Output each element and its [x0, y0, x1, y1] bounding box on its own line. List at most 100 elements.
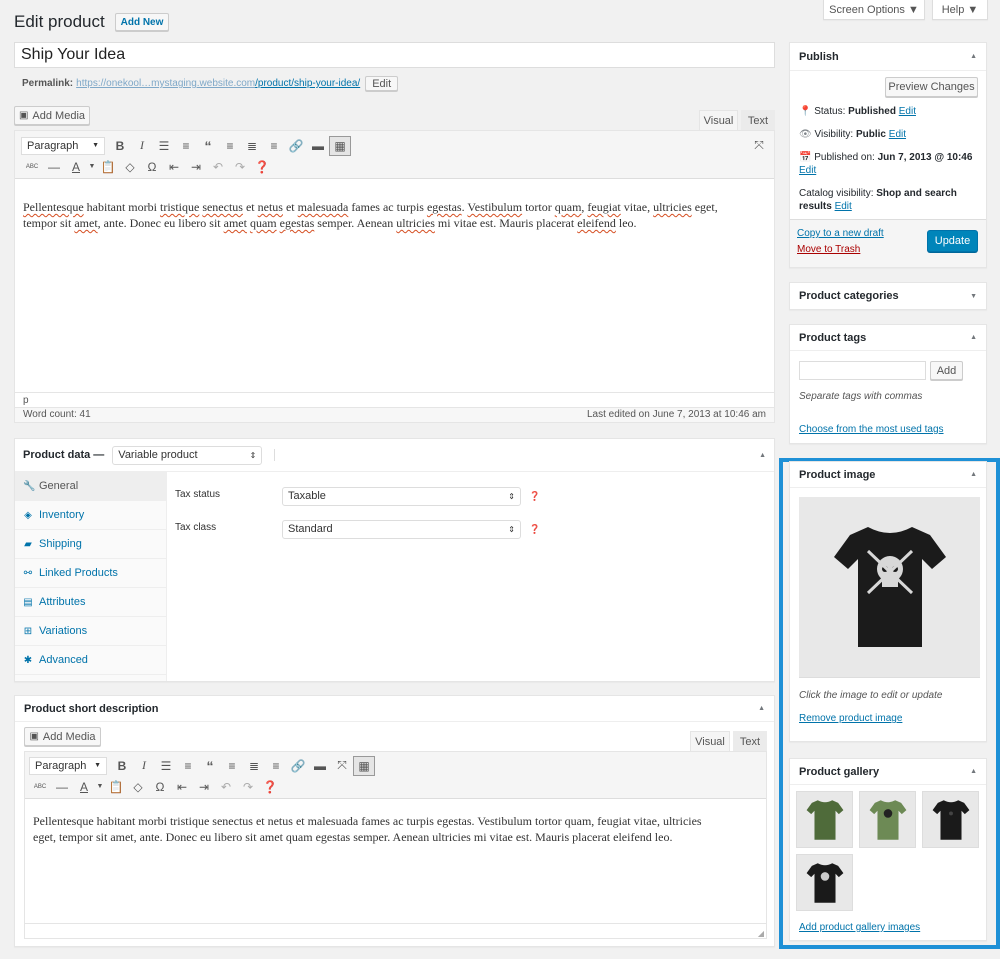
special-char-icon[interactable]: Ω	[141, 157, 163, 177]
product-data-tab-attributes[interactable]: ▤ Attributes	[15, 588, 166, 617]
horizontal-line-icon[interactable]: —	[51, 777, 73, 797]
gallery-thumbnail[interactable]	[796, 791, 853, 848]
permalink-edit-button[interactable]: Edit	[365, 76, 399, 91]
post-title-input[interactable]: Ship Your Idea	[14, 42, 775, 68]
read-more-icon[interactable]: ▬	[309, 756, 331, 776]
short-format-select[interactable]: Paragraph ▼	[29, 756, 107, 775]
help-icon[interactable]: ❓	[251, 157, 273, 177]
redo-icon[interactable]: ↷	[229, 157, 251, 177]
product-data-tab-linked-products[interactable]: ⚯ Linked Products	[15, 559, 166, 588]
status-edit-link[interactable]: Edit	[899, 106, 916, 117]
product-image-thumbnail[interactable]	[799, 497, 980, 678]
outdent-icon[interactable]: ⇤	[163, 157, 185, 177]
editor-content[interactable]: Pellentesque habitant morbi tristique se…	[15, 179, 774, 392]
product-data-tab-inventory[interactable]: ◈ Inventory	[15, 501, 166, 530]
clear-format-icon[interactable]: ◇	[127, 777, 149, 797]
permalink-base-link[interactable]: https://onekool…mystaging.website.com	[76, 78, 255, 89]
italic-icon[interactable]: I	[133, 756, 155, 776]
numbered-list-icon[interactable]: ≡	[175, 136, 197, 156]
toolbar-toggle-icon[interactable]: ▦	[353, 755, 375, 776]
tax-status-select[interactable]: Taxable ⇕	[282, 486, 521, 506]
resize-handle-icon[interactable]: ◢	[758, 929, 764, 938]
collapse-icon[interactable]: ▲	[758, 705, 765, 712]
short-editor-content[interactable]: Pellentesque habitant morbi tristique se…	[25, 799, 766, 923]
bullet-list-icon[interactable]: ☰	[155, 756, 177, 776]
fullscreen-icon[interactable]: ⤧	[331, 756, 353, 776]
paste-text-icon[interactable]: 📋	[105, 777, 127, 797]
fullscreen-icon[interactable]: ⤧	[748, 135, 770, 155]
redo-icon[interactable]: ↷	[237, 777, 259, 797]
short-tab-visual[interactable]: Visual	[690, 731, 730, 751]
align-right-icon[interactable]: ≡	[263, 136, 285, 156]
collapse-icon[interactable]: ▲	[759, 452, 766, 459]
date-edit-link[interactable]: Edit	[799, 165, 816, 176]
numbered-list-icon[interactable]: ≡	[177, 756, 199, 776]
blockquote-icon[interactable]: “	[197, 136, 219, 156]
horizontal-line-icon[interactable]: —	[43, 157, 65, 177]
preview-changes-button[interactable]: Preview Changes	[885, 77, 978, 97]
move-to-trash-link[interactable]: Move to Trash	[797, 244, 860, 255]
product-type-select[interactable]: Variable product ⇕	[112, 445, 263, 465]
undo-icon[interactable]: ↶	[215, 777, 237, 797]
tag-input[interactable]	[799, 361, 926, 380]
paste-text-icon[interactable]: 📋	[97, 157, 119, 177]
add-new-button[interactable]: Add New	[115, 13, 169, 31]
gallery-thumbnail[interactable]	[859, 791, 916, 848]
categories-box[interactable]: Product categories ▼	[789, 282, 987, 310]
catalog-edit-link[interactable]: Edit	[835, 201, 852, 212]
short-tab-text[interactable]: Text	[733, 731, 767, 751]
toolbar-toggle-icon[interactable]: ▦	[329, 135, 351, 156]
strikethrough-icon[interactable]: ABC	[29, 777, 51, 797]
link-icon[interactable]: 🔗	[285, 136, 307, 156]
link-icon[interactable]: 🔗	[287, 756, 309, 776]
indent-icon[interactable]: ⇥	[185, 157, 207, 177]
text-color-icon[interactable]: A	[73, 777, 95, 797]
product-data-tab-shipping[interactable]: ▰ Shipping	[15, 530, 166, 559]
copy-draft-link[interactable]: Copy to a new draft	[797, 228, 884, 239]
collapse-icon[interactable]: ▲	[970, 768, 977, 775]
collapse-icon[interactable]: ▲	[970, 334, 977, 341]
product-data-tab-variations[interactable]: ⊞ Variations	[15, 617, 166, 646]
text-color-dropdown-icon[interactable]: ▼	[87, 157, 97, 177]
screen-options-button[interactable]: Screen Options ▼	[823, 0, 925, 20]
blockquote-icon[interactable]: “	[199, 756, 221, 776]
add-tag-button[interactable]: Add	[930, 361, 963, 380]
align-left-icon[interactable]: ≡	[219, 136, 241, 156]
collapse-icon[interactable]: ▲	[970, 53, 977, 60]
most-used-tags-link[interactable]: Choose from the most used tags	[799, 424, 944, 435]
strikethrough-icon[interactable]: ABC	[21, 157, 43, 177]
special-char-icon[interactable]: Ω	[149, 777, 171, 797]
short-add-media-button[interactable]: ▣ Add Media	[24, 727, 101, 746]
clear-format-icon[interactable]: ◇	[119, 157, 141, 177]
format-select[interactable]: Paragraph ▼	[21, 136, 105, 155]
permalink-path-link[interactable]: /product/ship-your-idea/	[255, 78, 360, 89]
bold-icon[interactable]: B	[111, 756, 133, 776]
align-left-icon[interactable]: ≡	[221, 756, 243, 776]
italic-icon[interactable]: I	[131, 136, 153, 156]
add-media-button[interactable]: ▣ Add Media	[14, 106, 90, 125]
help-icon[interactable]: ❓	[259, 777, 281, 797]
product-data-tab-general[interactable]: 🔧 General	[15, 472, 166, 501]
expand-icon[interactable]: ▼	[970, 293, 977, 300]
help-button[interactable]: Help ▼	[932, 0, 988, 20]
tab-text[interactable]: Text	[741, 110, 775, 130]
tax-class-select[interactable]: Standard ⇕	[282, 519, 521, 539]
visibility-edit-link[interactable]: Edit	[889, 129, 906, 140]
outdent-icon[interactable]: ⇤	[171, 777, 193, 797]
product-data-tab-advanced[interactable]: ✱ Advanced	[15, 646, 166, 675]
read-more-icon[interactable]: ▬	[307, 136, 329, 156]
gallery-thumbnail[interactable]	[922, 791, 979, 848]
remove-product-image-link[interactable]: Remove product image	[799, 713, 902, 724]
bullet-list-icon[interactable]: ☰	[153, 136, 175, 156]
update-button[interactable]: Update	[927, 230, 978, 252]
add-gallery-images-link[interactable]: Add product gallery images	[799, 922, 920, 933]
undo-icon[interactable]: ↶	[207, 157, 229, 177]
align-center-icon[interactable]: ≣	[243, 756, 265, 776]
align-right-icon[interactable]: ≡	[265, 756, 287, 776]
help-tip-icon[interactable]: ❓	[529, 491, 540, 502]
help-tip-icon[interactable]: ❓	[529, 524, 540, 535]
gallery-thumbnail[interactable]	[796, 854, 853, 911]
text-color-dropdown-icon[interactable]: ▼	[95, 777, 105, 797]
tab-visual[interactable]: Visual	[699, 110, 738, 130]
bold-icon[interactable]: B	[109, 136, 131, 156]
